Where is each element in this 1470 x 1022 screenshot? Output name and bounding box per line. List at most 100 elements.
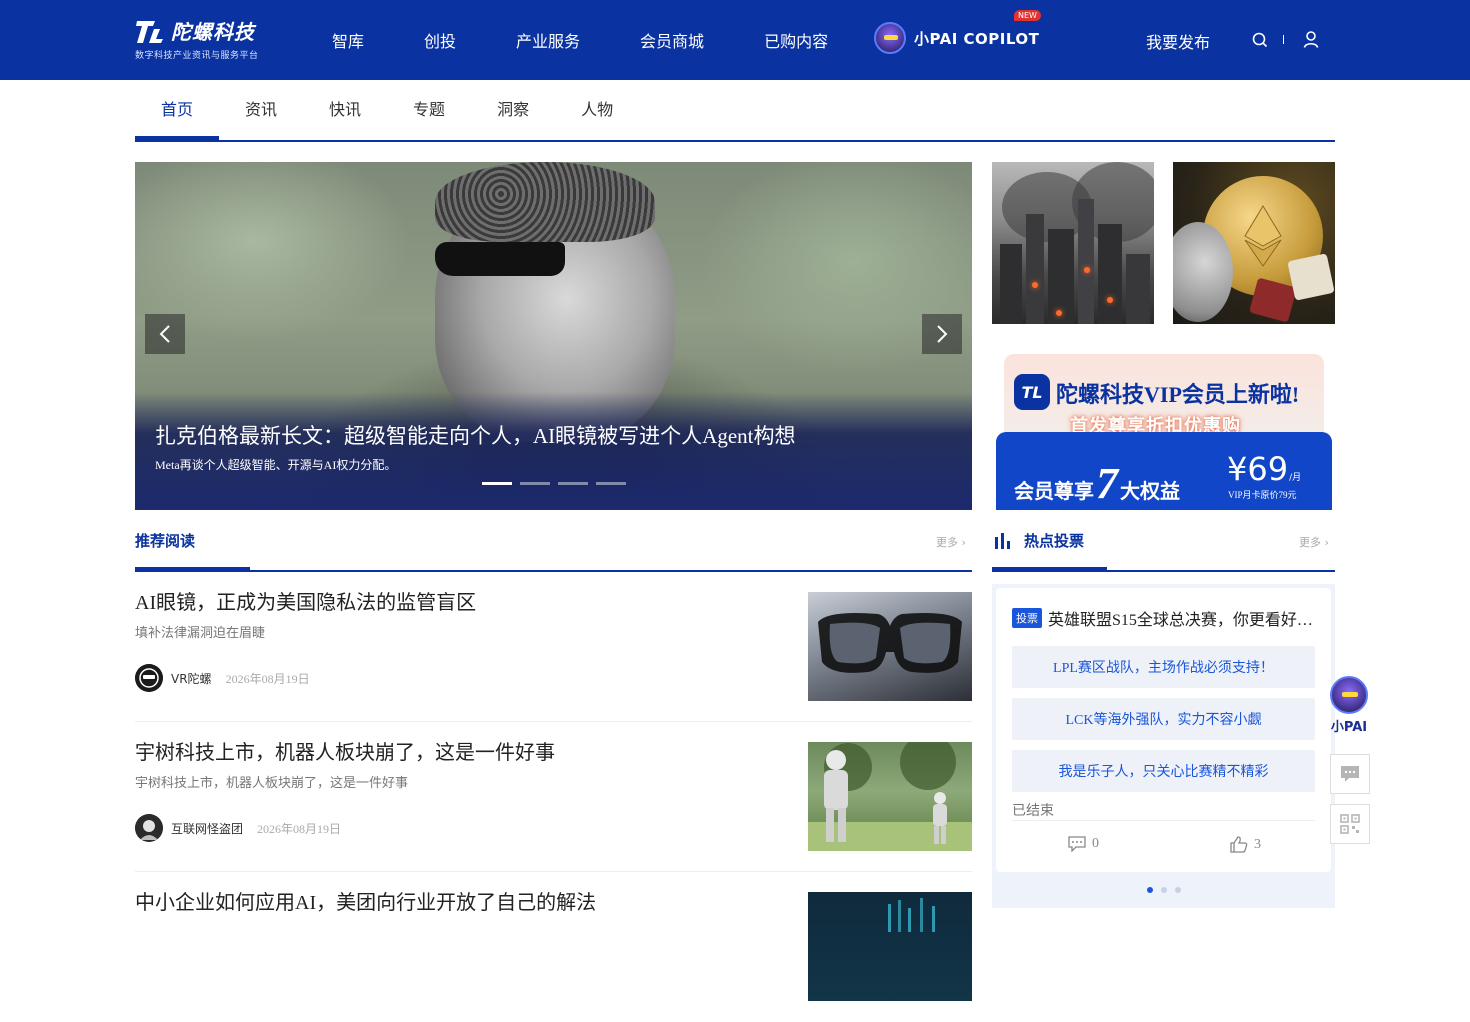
nav-item-industry-services[interactable]: 产业服务 bbox=[516, 28, 580, 52]
recommend-title: 推荐阅读 bbox=[135, 532, 196, 550]
vip-benefit-suffix: 大权益 bbox=[1120, 481, 1180, 503]
vip-price: ¥69/月 bbox=[1227, 450, 1301, 488]
author-avatar bbox=[135, 814, 163, 842]
pagination-dot[interactable] bbox=[1175, 887, 1181, 893]
vote-panel: 投票 英雄联盟S15全球总决赛，你更看好哪个赛区？ LPL赛区战队，主场作战必须… bbox=[992, 584, 1335, 908]
feedback-button[interactable] bbox=[1330, 754, 1370, 794]
tab-topics[interactable]: 专题 bbox=[387, 80, 471, 140]
carousel-dot[interactable] bbox=[596, 482, 626, 485]
hero-portrait-hair bbox=[435, 162, 655, 242]
vip-banner[interactable]: TL 陀螺科技VIP会员上新啦! 首发尊享折扣优惠购 会员尊享 7 大权益 ¥6… bbox=[992, 344, 1335, 510]
building-shape bbox=[1000, 244, 1022, 324]
fire-spot bbox=[1107, 297, 1113, 303]
bar-chart-icon bbox=[994, 533, 1012, 554]
vip-logo-icon: TL bbox=[1014, 374, 1050, 410]
chevron-right-icon: › bbox=[1324, 536, 1329, 549]
chevron-right-icon: › bbox=[961, 536, 966, 549]
nav-item-member-mall[interactable]: 会员商城 bbox=[640, 28, 704, 52]
article-item[interactable]: 中小企业如何应用AI，美团向行业开放了自己的解法 bbox=[135, 872, 972, 1022]
pai-label: 小PAI bbox=[1330, 720, 1368, 735]
carousel-prev-button[interactable] bbox=[145, 314, 185, 354]
vote-option[interactable]: LPL赛区战队，主场作战必须支持！ bbox=[1012, 646, 1315, 688]
article-thumbnail[interactable] bbox=[808, 592, 972, 701]
comment-count[interactable]: 0 bbox=[1068, 836, 1099, 852]
author-name: 互联网怪盗团 bbox=[171, 821, 244, 836]
building-shape bbox=[1078, 199, 1094, 324]
vip-price-unit: /月 bbox=[1289, 473, 1302, 483]
chevron-left-icon bbox=[159, 325, 170, 343]
vote-question[interactable]: 投票 英雄联盟S15全球总决赛，你更看好哪个赛区？ bbox=[1012, 606, 1315, 630]
vip-price-value: ¥69 bbox=[1227, 450, 1289, 488]
carousel-dot[interactable] bbox=[558, 482, 588, 485]
pagination-dot[interactable] bbox=[1147, 887, 1153, 893]
thumbnail-crypto-coins[interactable] bbox=[1173, 162, 1335, 324]
nav-item-venture[interactable]: 创投 bbox=[424, 28, 456, 52]
vote-more-link[interactable]: 更多 › bbox=[1299, 534, 1329, 550]
article-item[interactable]: AI眼镜，正成为美国隐私法的监管盲区 填补法律漏洞迫在眉睫 VR陀螺 2026年… bbox=[135, 572, 972, 722]
publish-date: 2026年08月19日 bbox=[225, 671, 310, 686]
tab-insight[interactable]: 洞察 bbox=[471, 80, 555, 140]
copilot-link[interactable]: 小PAI COPILOT NEW bbox=[874, 10, 1041, 54]
publish-button[interactable]: 我要发布 bbox=[1146, 29, 1210, 53]
fire-spot bbox=[1032, 282, 1038, 288]
carousel-next-button[interactable] bbox=[922, 314, 962, 354]
vote-status: 已结束 bbox=[1012, 804, 1054, 819]
article-subtitle: 宇树科技上市，机器人板块崩了，这是一件好事 bbox=[135, 776, 409, 791]
vote-header: 热点投票 更多 › bbox=[992, 520, 1335, 572]
vote-card: 投票 英雄联盟S15全球总决赛，你更看好哪个赛区？ LPL赛区战队，主场作战必须… bbox=[996, 588, 1331, 872]
logo-tagline: 数字科技产业资讯与服务平台 bbox=[135, 51, 259, 61]
carousel-dot[interactable] bbox=[482, 482, 512, 485]
article-title[interactable]: 中小企业如何应用AI，美团向行业开放了自己的解法 bbox=[135, 886, 596, 915]
new-badge: NEW bbox=[1014, 10, 1041, 21]
hero-carousel[interactable]: 扎克伯格最新长文：超级智能走向个人，AI眼镜被写进个人Agent构想 Meta再… bbox=[135, 162, 972, 510]
pagination-dot[interactable] bbox=[1161, 887, 1167, 893]
site-logo[interactable]: 陀螺科技 数字科技产业资讯与服务平台 bbox=[135, 16, 259, 61]
article-thumbnail[interactable] bbox=[808, 742, 972, 851]
main-nav: 智库 创投 产业服务 会员商城 已购内容 bbox=[332, 0, 888, 80]
article-item[interactable]: 宇树科技上市，机器人板块崩了，这是一件好事 宇树科技上市，机器人板块崩了，这是一… bbox=[135, 722, 972, 872]
comment-icon bbox=[1068, 836, 1086, 852]
building-shape bbox=[1048, 229, 1074, 324]
like-count[interactable]: 3 bbox=[1230, 836, 1261, 853]
vote-option[interactable]: 我是乐子人，只关心比赛精不精彩 bbox=[1012, 750, 1315, 792]
channel-tabs: 首页 资讯 快讯 专题 洞察 人物 bbox=[135, 80, 1335, 142]
article-author[interactable]: 互联网怪盗团 2026年08月19日 bbox=[135, 814, 341, 842]
chevron-right-icon bbox=[937, 325, 948, 343]
article-thumbnail[interactable] bbox=[808, 892, 972, 1001]
divider bbox=[1012, 820, 1315, 821]
thumbnail-city-smoke[interactable] bbox=[992, 162, 1154, 324]
search-icon[interactable] bbox=[1252, 32, 1268, 48]
pai-assistant-button[interactable]: 小PAI bbox=[1328, 676, 1370, 735]
recommend-more-link[interactable]: 更多 › bbox=[936, 534, 966, 550]
dice-shape bbox=[1287, 253, 1335, 301]
vote-tag: 投票 bbox=[1012, 608, 1042, 628]
tab-flash[interactable]: 快讯 bbox=[303, 80, 387, 140]
publish-date: 2026年08月19日 bbox=[257, 821, 342, 836]
carousel-dot[interactable] bbox=[520, 482, 550, 485]
article-subtitle: 填补法律漏洞迫在眉睫 bbox=[135, 626, 266, 641]
author-avatar bbox=[135, 664, 163, 692]
tab-home[interactable]: 首页 bbox=[135, 80, 220, 140]
article-title[interactable]: 宇树科技上市，机器人板块崩了，这是一件好事 bbox=[135, 736, 555, 765]
copilot-avatar-icon bbox=[874, 22, 906, 54]
hero-title[interactable]: 扎克伯格最新长文：超级智能走向个人，AI眼镜被写进个人Agent构想 bbox=[155, 420, 795, 450]
tab-people[interactable]: 人物 bbox=[555, 80, 639, 140]
tab-news[interactable]: 资讯 bbox=[219, 80, 303, 140]
user-icon[interactable] bbox=[1303, 31, 1319, 48]
carousel-indicators bbox=[482, 482, 634, 485]
recommend-header: 推荐阅读 更多 › bbox=[135, 520, 972, 572]
vote-option[interactable]: LCK等海外强队，实力不容小觑 bbox=[1012, 698, 1315, 740]
building-shape bbox=[1026, 214, 1044, 324]
nav-item-think-tank[interactable]: 智库 bbox=[332, 28, 364, 52]
article-title[interactable]: AI眼镜，正成为美国隐私法的监管盲区 bbox=[135, 586, 476, 615]
author-name: VR陀螺 bbox=[171, 671, 212, 686]
nav-item-purchased[interactable]: 已购内容 bbox=[764, 28, 828, 52]
copilot-label: 小PAI COPILOT bbox=[914, 29, 1040, 48]
more-label: 更多 bbox=[1299, 536, 1321, 549]
vote-section-title: 热点投票 bbox=[1024, 532, 1085, 550]
vip-benefit-number: 7 bbox=[1096, 459, 1118, 508]
vip-title: 陀螺科技VIP会员上新啦! bbox=[1056, 382, 1300, 407]
qrcode-button[interactable] bbox=[1330, 804, 1370, 844]
logo-name: 陀螺科技 bbox=[171, 20, 255, 44]
article-author[interactable]: VR陀螺 2026年08月19日 bbox=[135, 664, 310, 692]
